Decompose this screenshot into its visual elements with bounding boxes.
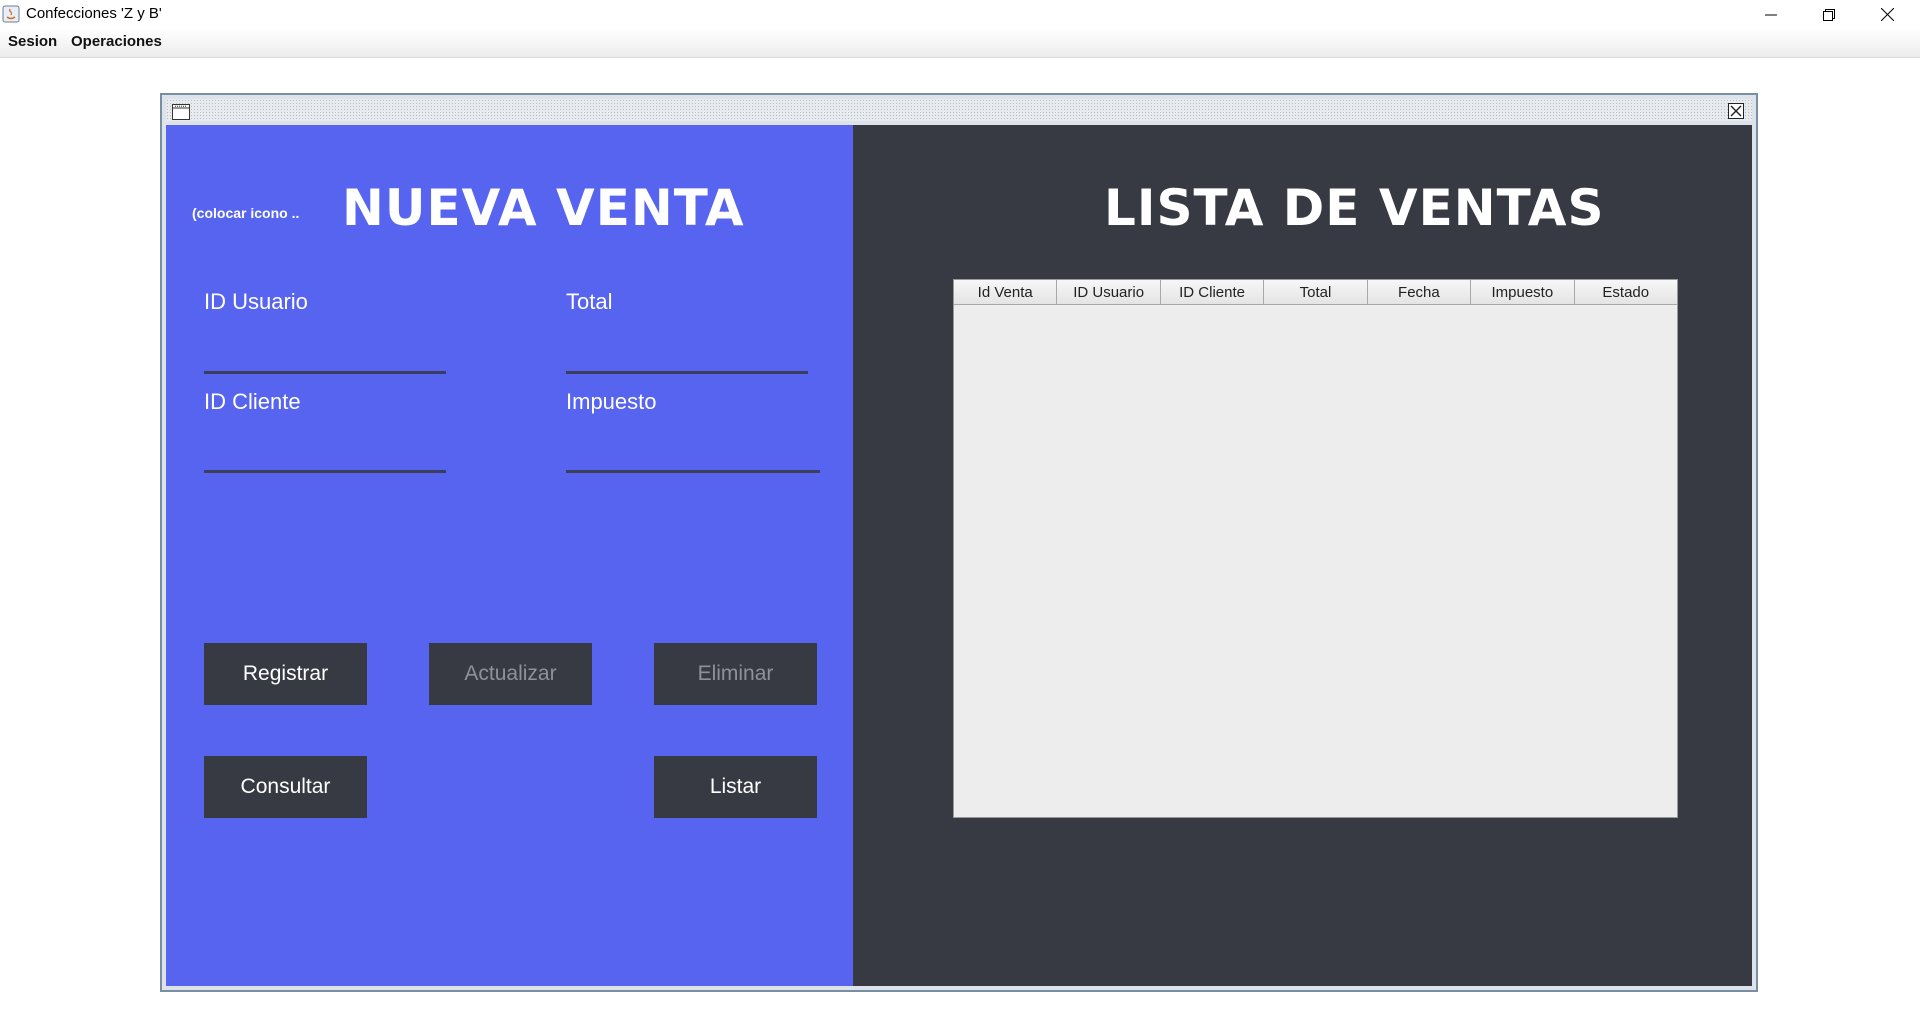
column-header-id-usuario[interactable]: ID Usuario — [1057, 280, 1161, 304]
id-usuario-label: ID Usuario — [204, 289, 308, 314]
id-cliente-input[interactable] — [204, 442, 446, 473]
lista-ventas-panel: LISTA DE VENTAS Id Venta ID Usuario ID C… — [853, 125, 1752, 986]
column-header-total[interactable]: Total — [1264, 280, 1368, 304]
internal-frame: (colocar icono .. NUEVA VENTA ID Usuario… — [160, 93, 1758, 992]
column-header-impuesto[interactable]: Impuesto — [1471, 280, 1575, 304]
impuesto-label: Impuesto — [566, 389, 657, 414]
actualizar-button[interactable]: Actualizar — [429, 643, 592, 705]
close-button[interactable] — [1858, 0, 1916, 29]
listar-button[interactable]: Listar — [654, 756, 817, 818]
column-header-estado[interactable]: Estado — [1575, 280, 1677, 304]
table-body[interactable] — [954, 305, 1677, 817]
menu-bar: Sesion Operaciones — [0, 29, 1920, 58]
total-label: Total — [566, 289, 613, 314]
id-usuario-input[interactable] — [204, 343, 446, 374]
close-icon — [1880, 8, 1894, 21]
nueva-venta-title: NUEVA VENTA — [342, 179, 745, 237]
menu-operaciones[interactable]: Operaciones — [71, 33, 162, 50]
java-app-icon — [2, 5, 20, 23]
restore-button[interactable] — [1800, 0, 1858, 29]
ventas-table[interactable]: Id Venta ID Usuario ID Cliente Total Fec… — [953, 279, 1678, 818]
column-header-id-venta[interactable]: Id Venta — [954, 280, 1058, 304]
minimize-button[interactable] — [1742, 0, 1800, 29]
window-title: Confecciones 'Z y B' — [26, 5, 162, 22]
id-cliente-label: ID Cliente — [204, 389, 301, 414]
window-titlebar: Confecciones 'Z y B' — [0, 0, 1920, 29]
internal-frame-icon — [172, 104, 190, 120]
frame-content: (colocar icono .. NUEVA VENTA ID Usuario… — [166, 125, 1752, 986]
internal-frame-close-icon[interactable] — [1728, 103, 1744, 119]
eliminar-button[interactable]: Eliminar — [654, 643, 817, 705]
lista-ventas-title: LISTA DE VENTAS — [1104, 179, 1605, 237]
restore-icon — [1823, 8, 1835, 21]
table-header: Id Venta ID Usuario ID Cliente Total Fec… — [954, 280, 1677, 305]
internal-frame-titlebar[interactable] — [166, 99, 1752, 121]
registrar-button[interactable]: Registrar — [204, 643, 367, 705]
menu-sesion[interactable]: Sesion — [8, 33, 57, 50]
column-header-fecha[interactable]: Fecha — [1368, 280, 1472, 304]
total-input[interactable] — [566, 343, 808, 374]
impuesto-input[interactable] — [566, 442, 820, 473]
nueva-venta-panel: (colocar icono .. NUEVA VENTA ID Usuario… — [166, 125, 853, 986]
icon-placeholder-text: (colocar icono .. — [192, 205, 300, 221]
column-header-id-cliente[interactable]: ID Cliente — [1161, 280, 1265, 304]
consultar-button[interactable]: Consultar — [204, 756, 367, 818]
minimize-icon — [1765, 14, 1777, 15]
